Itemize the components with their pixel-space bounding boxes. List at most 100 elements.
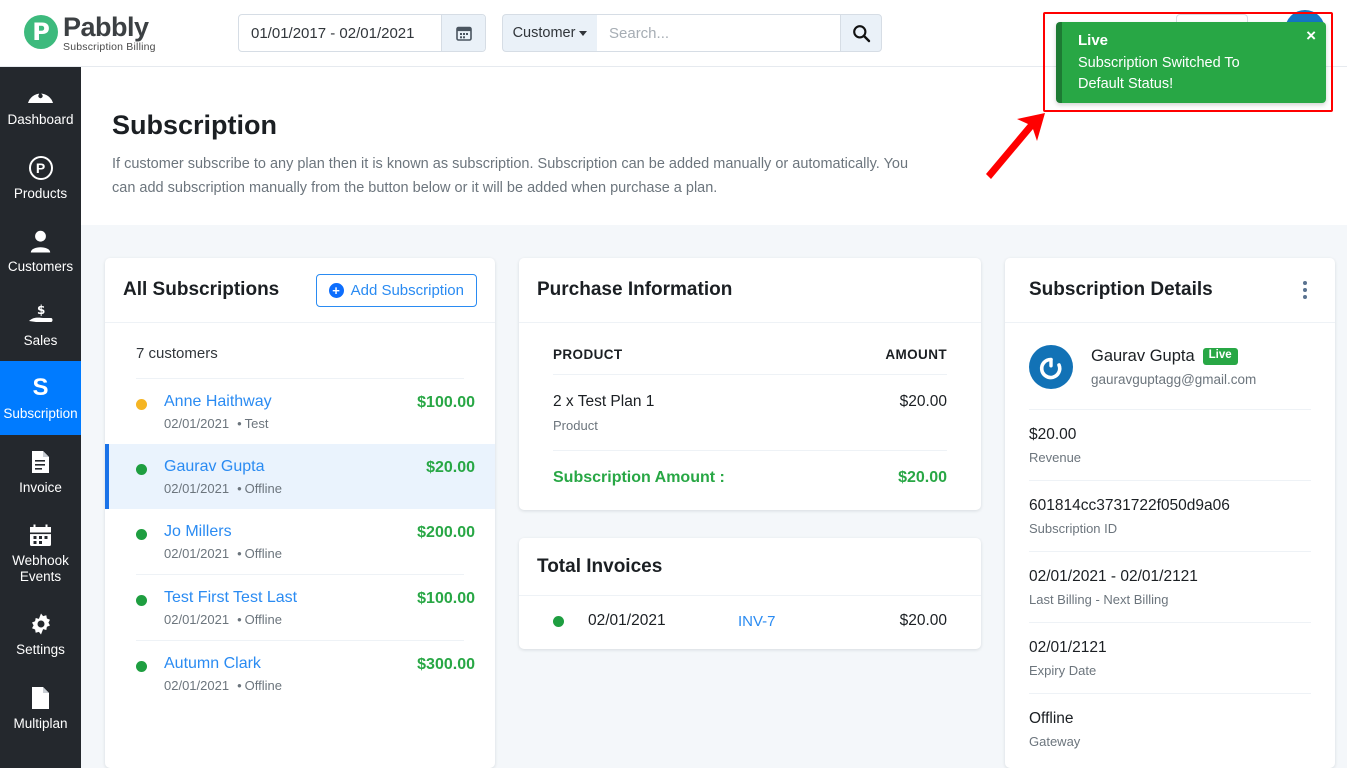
sidebar-label: Products: [13, 185, 68, 201]
sidebar-label: Webhook Events: [12, 553, 69, 584]
purchase-information-title: Purchase Information: [537, 279, 733, 300]
column-header-amount: AMOUNT: [885, 347, 947, 362]
status-dot: [136, 529, 147, 540]
status-dot: [553, 615, 564, 627]
subscription-list-item[interactable]: Anne Haithway 02/01/2021 • Test $100.00: [105, 379, 495, 444]
detail-label: Subscription ID: [1029, 521, 1118, 536]
document-lines-icon: [31, 449, 50, 475]
search-category-select[interactable]: Customer: [502, 14, 597, 52]
status-dot: [136, 399, 147, 410]
subscription-meta: 02/01/2021 • Offline: [164, 612, 282, 627]
search-category-label: Customer: [512, 25, 576, 41]
total-amount: $20.00: [898, 469, 947, 486]
subscription-list-item[interactable]: Autumn Clark 02/01/2021 • Offline $300.00: [105, 641, 495, 706]
product-name: 2 x Test Plan 1: [553, 393, 655, 410]
detail-value: 601814cc3731722f050d9a06: [1029, 497, 1230, 514]
purchase-table: PRODUCT AMOUNT 2 x Test Plan 1 Product $…: [519, 323, 981, 505]
pabbly-logo-icon: P: [24, 15, 58, 50]
sidebar-item-webhook-events[interactable]: Webhook Events: [0, 508, 81, 597]
purchase-information-card: Purchase Information PRODUCT AMOUNT 2 x …: [519, 258, 981, 510]
subscription-amount: $200.00: [417, 524, 475, 541]
sidebar-item-invoice[interactable]: Invoice: [0, 435, 81, 509]
sidebar-item-sales[interactable]: $ Sales: [0, 288, 81, 362]
kebab-menu-icon[interactable]: [1299, 277, 1311, 303]
customer-name[interactable]: Gaurav Gupta: [164, 458, 426, 476]
subscription-details-card: Subscription Details Gaurav Gupta Live g…: [1005, 258, 1335, 768]
subscription-info: Test First Test Last 02/01/2021 • Offline: [164, 589, 417, 627]
sidebar-label: Dashboard: [7, 112, 74, 127]
sidebar-label: Invoice: [19, 479, 62, 495]
all-subscriptions-card: All Subscriptions + Add Subscription 7 c…: [105, 258, 495, 768]
purchase-information-header: Purchase Information: [519, 258, 981, 323]
subscription-details-title: Subscription Details: [1029, 279, 1213, 300]
content-area: All Subscriptions + Add Subscription 7 c…: [81, 225, 1347, 768]
calendar-grid-icon: [29, 522, 52, 548]
subscription-gateway: Offline: [244, 612, 282, 627]
customer-email: gauravguptagg@gmail.com: [1091, 372, 1257, 387]
detail-value: 02/01/2121: [1029, 639, 1107, 656]
subscription-gateway: Offline: [244, 678, 282, 693]
page-title: Subscription: [112, 110, 278, 140]
sidebar-item-multiplan[interactable]: Multiplan: [0, 671, 81, 745]
customer-name[interactable]: Anne Haithway: [164, 393, 417, 411]
status-dot: [136, 661, 147, 672]
subscription-customer: Gaurav Gupta Live gauravguptagg@gmail.co…: [1005, 323, 1335, 409]
invoice-amount: $20.00: [899, 612, 947, 629]
add-subscription-label: Add Subscription: [350, 281, 464, 299]
search-group: Customer: [502, 14, 882, 52]
sidebar-item-dashboard[interactable]: Dashboard: [0, 67, 81, 141]
sidebar-label: Subscription: [3, 406, 78, 422]
subscription-list-item[interactable]: Test First Test Last 02/01/2021 • Offline …: [105, 575, 495, 640]
subscription-info: Autumn Clark 02/01/2021 • Offline: [164, 655, 417, 693]
subscription-amount: $100.00: [417, 394, 475, 411]
detail-value: Offline: [1029, 710, 1074, 727]
detail-field: 02/01/2021 - 02/01/2121 Last Billing - N…: [1005, 552, 1335, 622]
toast-title: Live: [1078, 32, 1109, 49]
plus-circle-icon: +: [328, 282, 344, 298]
sidebar-item-customers[interactable]: Customers: [0, 214, 81, 288]
date-range-picker[interactable]: 01/01/2017 - 02/01/2021: [238, 14, 486, 52]
all-subscriptions-title: All Subscriptions: [123, 279, 280, 300]
detail-label: Gateway: [1029, 734, 1081, 749]
page-icon: [31, 685, 50, 711]
product-amount: $20.00: [899, 393, 947, 410]
sidebar-label: Customers: [7, 259, 74, 275]
add-subscription-button[interactable]: + Add Subscription: [315, 273, 477, 307]
status-dot: [136, 595, 147, 606]
customer-name[interactable]: Autumn Clark: [164, 655, 417, 673]
purchase-total-row: Subscription Amount : $20.00: [553, 451, 947, 505]
subscription-info: Anne Haithway 02/01/2021 • Test: [164, 393, 417, 431]
purchase-table-row: 2 x Test Plan 1 Product $20.00: [553, 375, 947, 450]
subscription-list-item[interactable]: Jo Millers 02/01/2021 • Offline $200.00: [105, 509, 495, 574]
sidebar-item-subscription[interactable]: S Subscription: [0, 361, 81, 435]
total-invoices-header: Total Invoices: [519, 538, 981, 596]
subscription-date: 02/01/2021: [164, 416, 230, 431]
brand-name: Pabbly: [63, 12, 149, 43]
customer-name[interactable]: Test First Test Last: [164, 589, 417, 607]
detail-value: $20.00: [1029, 426, 1077, 443]
logo-mark-letter: P: [32, 18, 50, 47]
subscription-gateway: Offline: [244, 546, 282, 561]
close-icon[interactable]: ×: [1306, 27, 1316, 44]
subscription-gateway: Test: [244, 416, 269, 431]
purchase-table-header: PRODUCT AMOUNT: [553, 323, 947, 374]
customer-name[interactable]: Jo Millers: [164, 523, 417, 541]
subscription-list-item[interactable]: Gaurav Gupta 02/01/2021 • Offline $20.00: [105, 444, 495, 509]
total-invoices-title: Total Invoices: [537, 555, 663, 577]
customer-count: 7 customers: [136, 345, 218, 362]
sidebar: Dashboard P Products Customers $ Sales S…: [0, 67, 81, 768]
calendar-icon[interactable]: [441, 15, 485, 51]
detail-field: Offline Gateway: [1005, 694, 1335, 764]
search-button[interactable]: [840, 14, 882, 52]
brand-logo[interactable]: P Pabbly Subscription Billing: [24, 12, 156, 53]
detail-value: 02/01/2021 - 02/01/2121: [1029, 568, 1198, 585]
invoice-number[interactable]: INV-7: [738, 613, 900, 630]
app-root: P Pabbly Subscription Billing 01/01/2017…: [0, 0, 1347, 768]
subscription-date: 02/01/2021: [164, 612, 230, 627]
invoice-row[interactable]: 02/01/2021 INV-7 $20.00: [519, 596, 981, 646]
chevron-down-icon: [579, 30, 588, 36]
search-input[interactable]: [597, 14, 840, 52]
sidebar-item-settings[interactable]: Settings: [0, 597, 81, 671]
total-label: Subscription Amount :: [553, 469, 725, 486]
sidebar-item-products[interactable]: P Products: [0, 141, 81, 215]
